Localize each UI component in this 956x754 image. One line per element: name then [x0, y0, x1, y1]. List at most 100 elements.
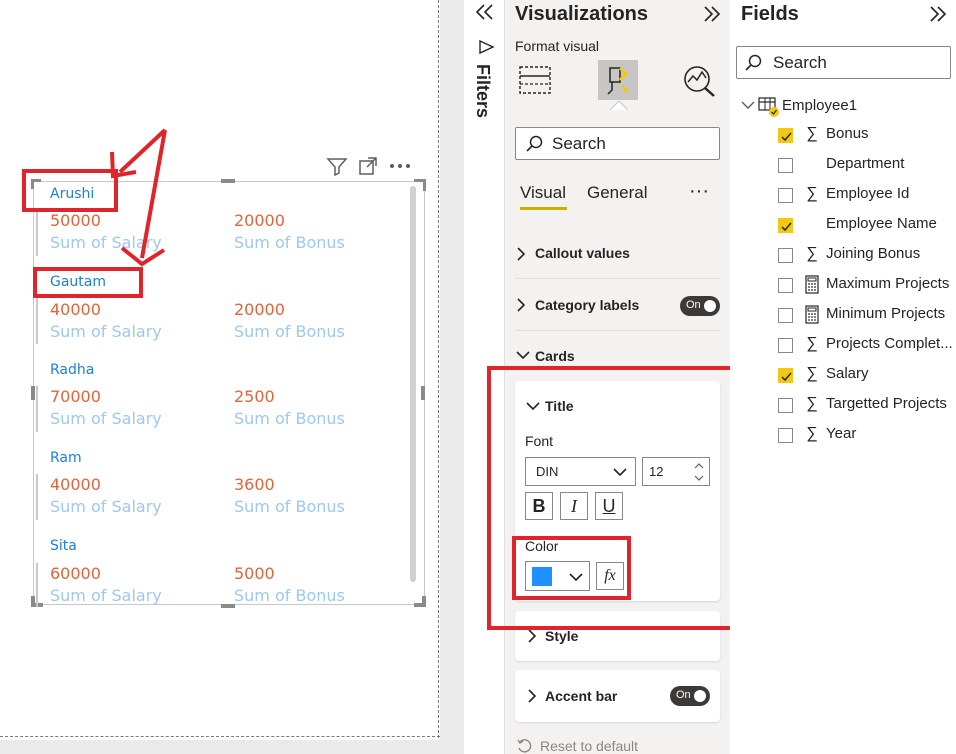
chevron-right-icon: [517, 247, 526, 261]
subsection-style[interactable]: Style: [545, 628, 578, 644]
more-options-button[interactable]: ···: [689, 180, 709, 203]
canvas-border: [438, 0, 439, 738]
subsection-accent-bar[interactable]: Accent bar: [545, 688, 617, 704]
card-label: Sum of Bonus: [234, 497, 345, 516]
checkbox[interactable]: [778, 158, 793, 173]
chevron-down-icon[interactable]: [740, 100, 756, 110]
field-item-bonus[interactable]: ∑ Bonus: [778, 125, 956, 147]
annotation-arrows: [110, 128, 167, 267]
format-search-input[interactable]: Search: [515, 127, 720, 160]
field-item-maximum-projects[interactable]: Maximum Projects: [778, 275, 956, 297]
checkbox[interactable]: [778, 338, 793, 353]
build-visual-icon[interactable]: [518, 64, 552, 96]
field-name: Minimum Projects: [826, 305, 946, 322]
resize-handle[interactable]: [423, 179, 426, 191]
accent-bar-toggle[interactable]: On: [670, 686, 710, 706]
fields-title: Fields: [741, 3, 799, 25]
card-label: Sum of Bonus: [234, 409, 345, 428]
collapse-pane-icon[interactable]: [474, 3, 496, 21]
checkbox[interactable]: [778, 248, 793, 263]
tab-format-visual[interactable]: [598, 60, 638, 100]
annotation-box-color: [512, 536, 631, 600]
card-title: Sita: [50, 538, 77, 554]
checkbox-checked[interactable]: [778, 368, 793, 383]
section-divider: [515, 330, 720, 331]
card-value: 60000: [50, 564, 101, 583]
visual-scrollbar[interactable]: [410, 186, 416, 582]
card-value: 20000: [234, 211, 285, 230]
sigma-icon: ∑: [806, 125, 818, 142]
pane-gutter: [440, 0, 464, 754]
card-value: 5000: [234, 564, 275, 583]
field-item-targetted-projects[interactable]: ∑ Targetted Projects: [778, 395, 956, 417]
tab-general[interactable]: General: [587, 183, 647, 203]
checkbox-checked[interactable]: [778, 128, 793, 143]
sigma-icon: ∑: [806, 395, 818, 412]
checkbox[interactable]: [778, 188, 793, 203]
category-labels-toggle[interactable]: On: [680, 296, 720, 316]
expand-pane-icon[interactable]: [928, 5, 948, 23]
card-accent-bar: [36, 298, 38, 344]
field-name: Projects Complet...: [826, 335, 953, 352]
filter-funnel-icon: [479, 39, 495, 55]
card-label: Sum of Salary: [50, 409, 162, 428]
card-label: Sum of Salary: [50, 322, 162, 341]
focus-mode-icon[interactable]: [358, 156, 378, 176]
more-options-icon[interactable]: [388, 156, 412, 176]
sigma-icon: ∑: [806, 185, 818, 202]
visualizations-title: Visualizations: [515, 3, 649, 25]
chevron-right-icon: [528, 689, 537, 703]
checkbox-checked[interactable]: [778, 218, 793, 233]
field-item-employee-name[interactable]: Employee Name: [778, 215, 956, 237]
sigma-icon: ∑: [806, 425, 818, 442]
field-name: Maximum Projects: [826, 275, 950, 292]
card-accent-bar: [36, 474, 38, 520]
field-item-joining-bonus[interactable]: ∑ Joining Bonus: [778, 245, 956, 267]
toggle-label: On: [686, 299, 701, 311]
field-name: Joining Bonus: [826, 245, 921, 262]
table-name[interactable]: Employee1: [782, 97, 857, 114]
expand-pane-icon[interactable]: [702, 5, 722, 23]
checkbox[interactable]: [778, 428, 793, 443]
filter-icon[interactable]: [326, 156, 348, 176]
paintbrush-icon: [607, 66, 630, 95]
toggle-knob: [694, 690, 706, 702]
fields-search-input[interactable]: Search: [736, 46, 951, 79]
chevron-down-icon: [516, 351, 530, 360]
section-callout-values[interactable]: Callout values: [535, 245, 630, 261]
card-value: 40000: [50, 475, 101, 494]
resize-handle[interactable]: [31, 596, 35, 606]
card-value: 3600: [234, 475, 275, 494]
section-cards[interactable]: Cards: [535, 348, 575, 364]
checkbox[interactable]: [778, 308, 793, 323]
card-title: Radha: [50, 362, 95, 378]
section-category-labels[interactable]: Category labels: [535, 297, 639, 313]
checkbox[interactable]: [778, 278, 793, 293]
field-name: Bonus: [826, 125, 869, 142]
resize-handle[interactable]: [421, 386, 425, 400]
field-item-department[interactable]: Department: [778, 155, 956, 177]
field-item-employee-id[interactable]: ∑ Employee Id: [778, 185, 956, 207]
visual-header: [326, 154, 422, 178]
reset-to-default-link[interactable]: Reset to default: [540, 738, 638, 754]
resize-handle[interactable]: [31, 386, 35, 400]
card-accent-bar: [36, 563, 38, 607]
card-label: Sum of Salary: [50, 497, 162, 516]
field-item-projects-completed[interactable]: ∑ Projects Complet...: [778, 335, 956, 357]
field-name: Employee Id: [826, 185, 910, 202]
card-value: 70000: [50, 387, 101, 406]
sigma-icon: ∑: [806, 335, 818, 352]
resize-handle[interactable]: [422, 596, 426, 606]
table-icon: [758, 97, 779, 117]
field-item-year[interactable]: ∑ Year: [778, 425, 956, 447]
field-item-minimum-projects[interactable]: Minimum Projects: [778, 305, 956, 327]
filters-label[interactable]: Filters: [472, 64, 493, 118]
chevron-right-icon: [517, 298, 526, 312]
tab-visual[interactable]: Visual: [520, 183, 566, 203]
card-row: Sita 60000 Sum of Salary 5000 Sum of Bon…: [36, 532, 406, 608]
analytics-icon[interactable]: [682, 64, 718, 98]
fields-search-placeholder: Search: [773, 53, 827, 72]
field-item-salary[interactable]: ∑ Salary: [778, 365, 956, 387]
checkbox[interactable]: [778, 398, 793, 413]
field-name: Year: [826, 425, 857, 442]
